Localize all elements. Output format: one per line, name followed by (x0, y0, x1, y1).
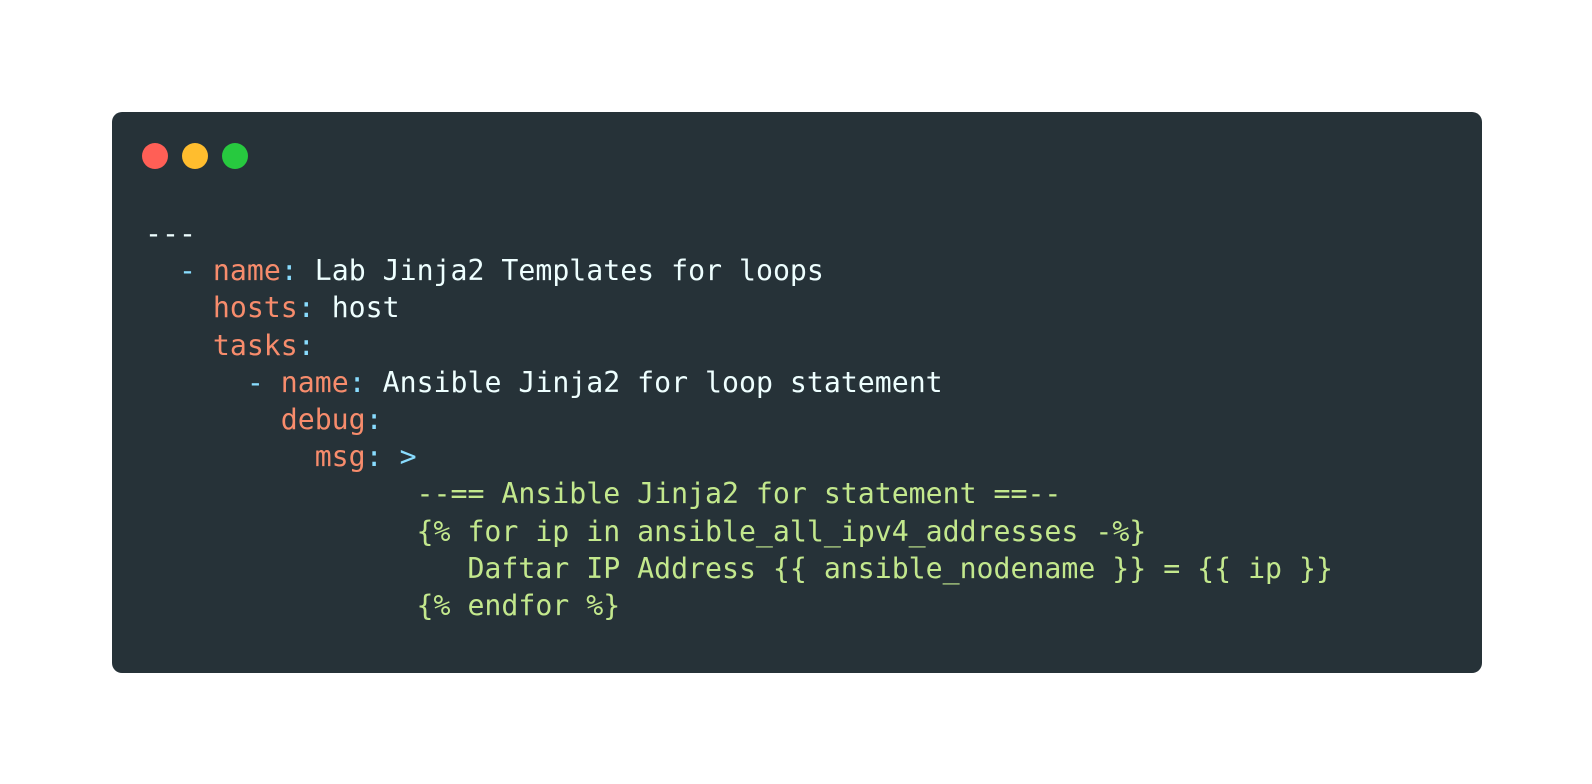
minimize-dot[interactable] (182, 143, 208, 169)
code-line: debug: (145, 401, 1333, 438)
code-line: {% for ip in ansible_all_ipv4_addresses … (145, 513, 1333, 550)
code-token-plain: host (331, 291, 400, 325)
code-token-punct: : (297, 328, 315, 362)
code-token-string: --== Ansible Jinja2 for statement ==-- (416, 477, 1062, 511)
code-token-key: hosts (212, 291, 298, 325)
code-token-punct: : (297, 291, 332, 325)
code-token-key: name (212, 254, 281, 288)
code-window: --- - name: Lab Jinja2 Templates for loo… (112, 112, 1482, 673)
code-token-key: msg (314, 440, 366, 474)
code-token-plain: Ansible Jinja2 for loop statement (382, 365, 943, 399)
code-token-key: debug (280, 402, 366, 436)
code-block: --- - name: Lab Jinja2 Templates for loo… (145, 215, 1333, 624)
code-line: tasks: (145, 327, 1333, 364)
code-line: hosts: host (145, 289, 1333, 326)
code-line: --- (145, 215, 1333, 252)
code-line: - name: Ansible Jinja2 for loop statemen… (145, 364, 1333, 401)
code-line: msg: > (145, 438, 1333, 475)
close-dot[interactable] (142, 143, 168, 169)
code-line: --== Ansible Jinja2 for statement ==-- (145, 475, 1333, 512)
code-token-plain: Lab Jinja2 Templates for loops (314, 254, 824, 288)
code-token-key: name (280, 365, 349, 399)
code-token-punct: - (178, 254, 213, 288)
window-controls (142, 143, 248, 169)
code-token-key: tasks (212, 328, 298, 362)
code-token-string: Daftar IP Address {{ ansible_nodename }}… (467, 551, 1333, 585)
code-token-punct: : (280, 254, 315, 288)
code-token-string: {% for ip in ansible_all_ipv4_addresses … (416, 514, 1147, 548)
code-line: - name: Lab Jinja2 Templates for loops (145, 252, 1333, 289)
code-token-punct: - (246, 365, 281, 399)
code-token-punct: : > (365, 440, 417, 474)
code-line: Daftar IP Address {{ ansible_nodename }}… (145, 550, 1333, 587)
code-token-punct: : (348, 365, 383, 399)
code-token-string: {% endfor %} (416, 588, 621, 622)
code-token-punct: : (365, 402, 383, 436)
code-token-plain: --- (145, 217, 196, 250)
maximize-dot[interactable] (222, 143, 248, 169)
code-line: {% endfor %} (145, 587, 1333, 624)
